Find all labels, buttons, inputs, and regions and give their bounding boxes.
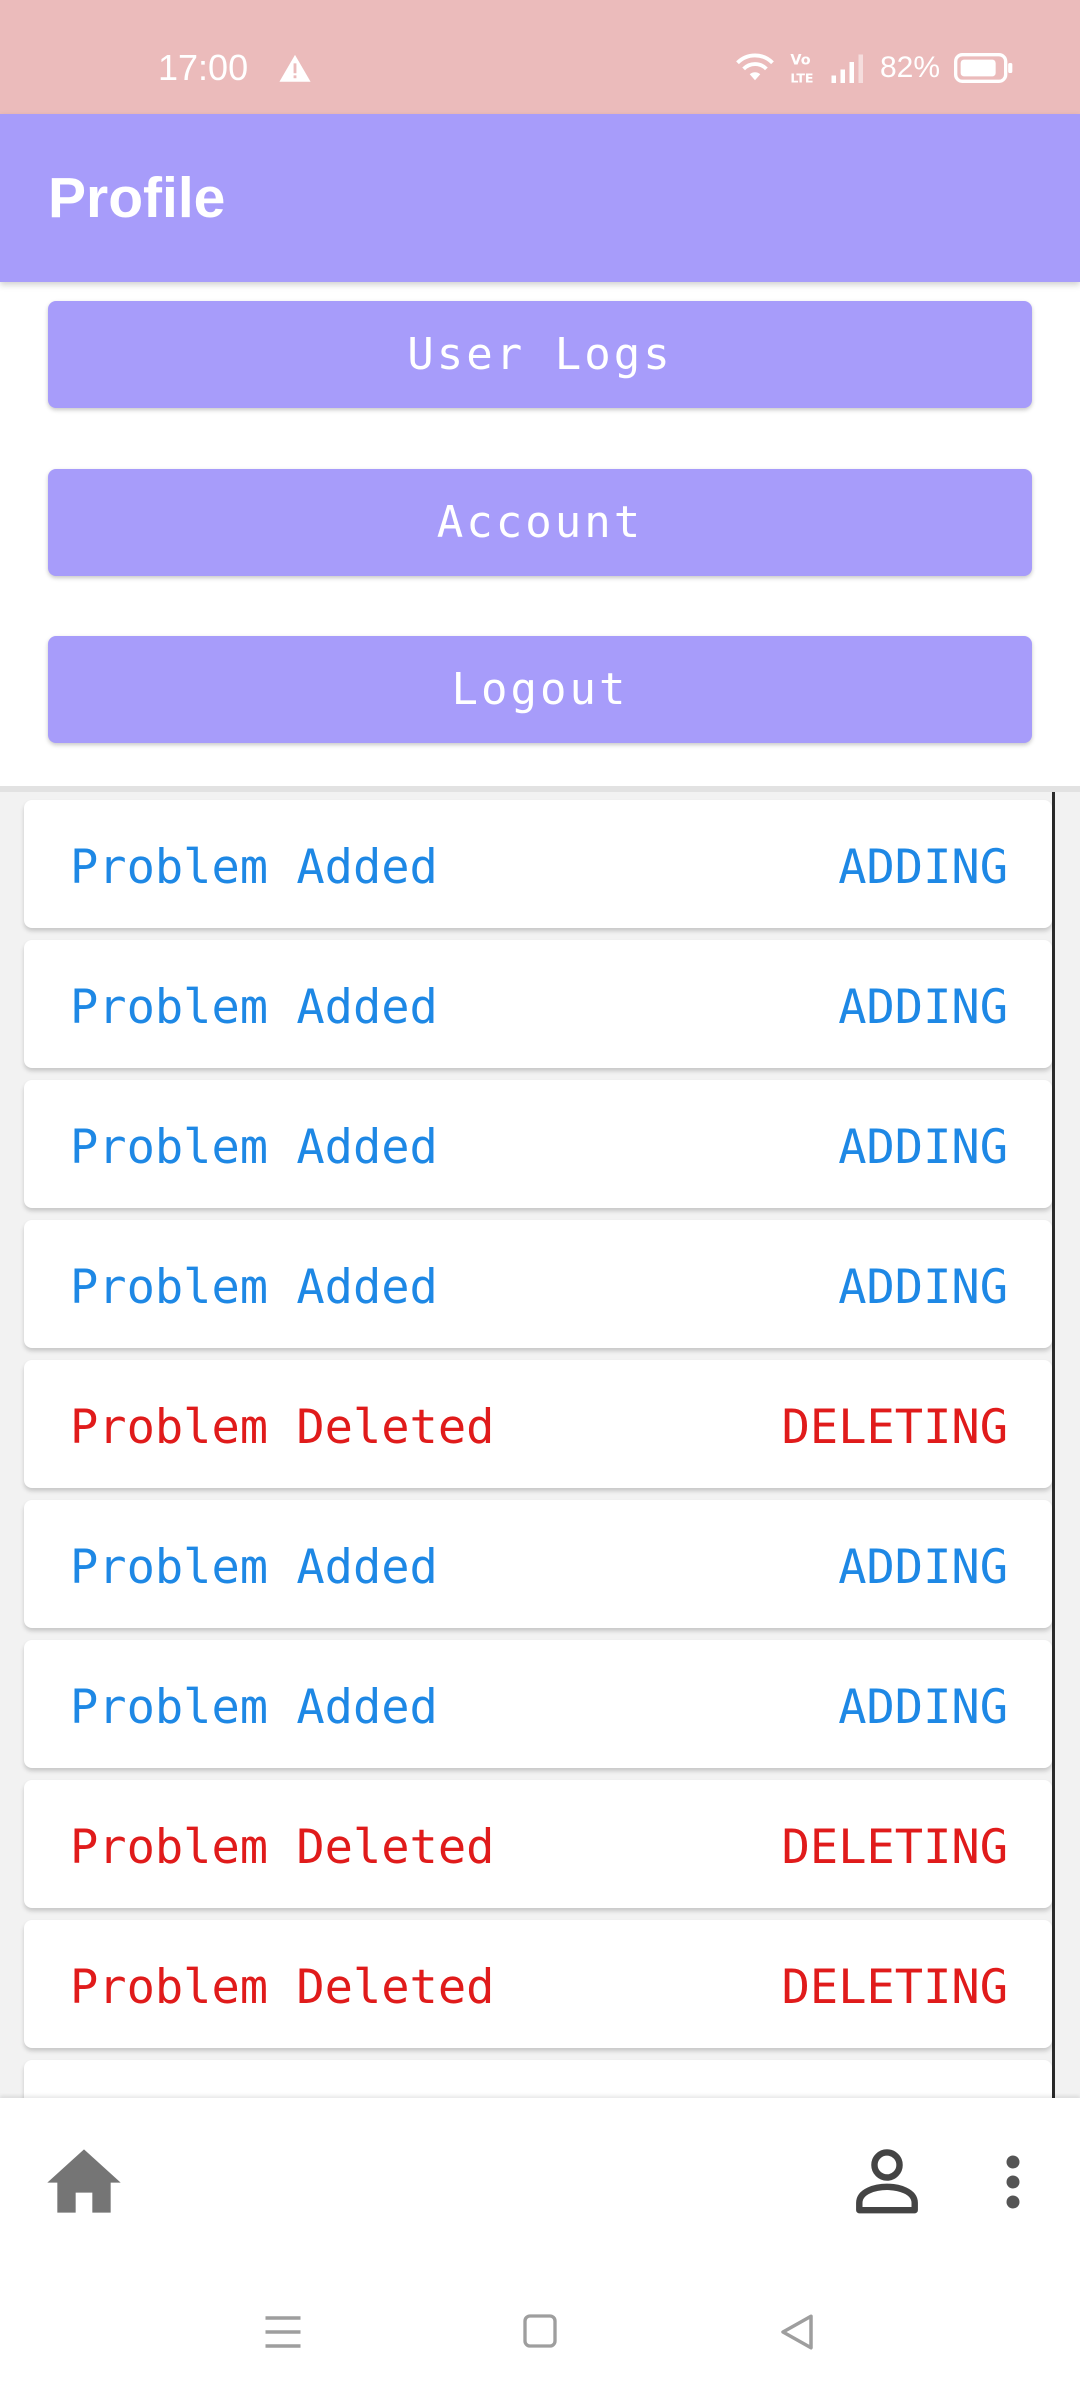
list-edge-line (1052, 792, 1055, 2098)
battery-percentage: 82% (879, 51, 940, 84)
log-item: Problem Deleted DELETING (24, 1920, 1052, 2048)
log-type: ADDING (838, 1680, 1008, 1735)
log-message: Problem Added (70, 1120, 438, 1175)
recents-icon[interactable] (262, 2312, 304, 2352)
home-square-icon[interactable] (520, 2310, 560, 2352)
log-message: Problem Deleted (70, 1960, 495, 2015)
system-nav-bar (0, 2260, 1080, 2400)
status-bar: 17:00 Vo LTE 82% (0, 0, 1080, 114)
logout-button[interactable]: Logout (48, 636, 1032, 743)
log-item: Problem Added ADDING (24, 940, 1052, 1068)
log-message: Problem Deleted (70, 1820, 495, 1875)
page-title: Profile (48, 166, 226, 230)
log-type: ADDING (838, 1260, 1008, 1315)
volte-icon: Vo LTE (790, 52, 813, 85)
log-item: Problem Deleted DELETING (24, 1360, 1052, 1488)
user-log-list[interactable]: Problem Added ADDING Problem Added ADDIN… (0, 792, 1080, 2098)
log-type: ADDING (838, 1120, 1008, 1175)
person-icon[interactable] (852, 2146, 922, 2216)
log-item: Problem Deleted DELETING (24, 1780, 1052, 1908)
log-item: Problem Added ADDING (24, 1220, 1052, 1348)
svg-text:Vo: Vo (790, 52, 810, 68)
log-type: DELETING (781, 1820, 1008, 1875)
status-time: 17:00 (158, 47, 249, 88)
log-type: ADDING (838, 840, 1008, 895)
log-type: ADDING (838, 1540, 1008, 1595)
status-icons: Vo LTE 82% (734, 46, 1014, 90)
log-item: Problem Added ADDING (24, 800, 1052, 928)
log-message: Problem Added (70, 1680, 438, 1735)
log-message: Problem Deleted (70, 1400, 495, 1455)
log-message: Problem Added (70, 980, 438, 1035)
log-item: Problem Added ADDING (24, 1500, 1052, 1628)
log-item: Problem Added ADDING (24, 1640, 1052, 1768)
log-item: Problem Added ADDING (24, 1080, 1052, 1208)
log-type: DELETING (781, 1400, 1008, 1455)
log-message: Problem Added (70, 840, 438, 895)
back-icon[interactable] (776, 2310, 818, 2354)
log-item-partial (24, 2060, 1052, 2098)
wifi-icon (736, 53, 774, 81)
log-type: DELETING (781, 1960, 1008, 2015)
battery-icon (954, 53, 1013, 83)
user-logs-button[interactable]: User Logs (48, 301, 1032, 408)
more-vert-icon[interactable] (998, 2152, 1028, 2212)
home-icon[interactable] (44, 2146, 124, 2216)
app-bar: Profile (0, 114, 1080, 282)
svg-text:LTE: LTE (790, 70, 813, 85)
signal-icon (831, 54, 863, 83)
account-button[interactable]: Account (48, 469, 1032, 576)
log-message: Problem Added (70, 1540, 438, 1595)
bottom-nav (0, 2098, 1080, 2260)
warning-icon (279, 54, 311, 82)
log-message: Problem Added (70, 1260, 438, 1315)
log-type: ADDING (838, 980, 1008, 1035)
